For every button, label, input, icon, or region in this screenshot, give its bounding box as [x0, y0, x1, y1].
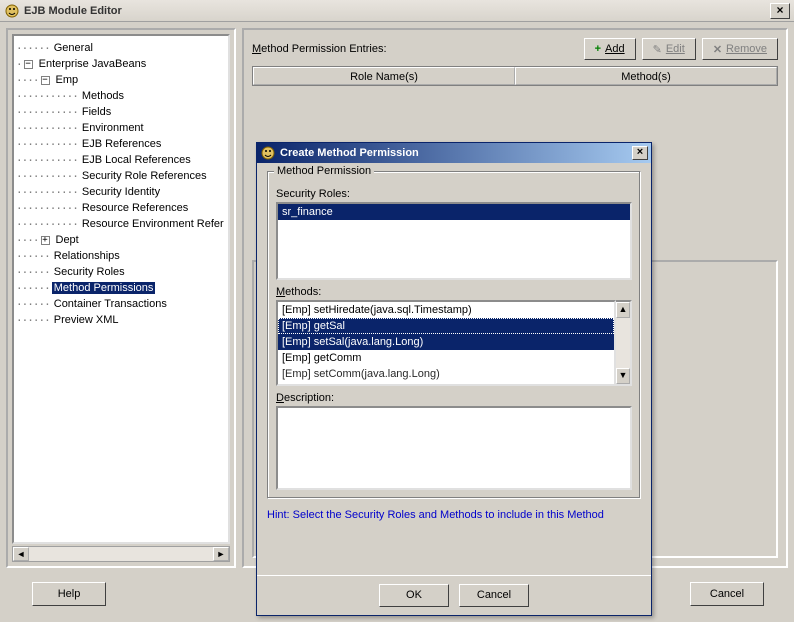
scroll-track[interactable] [29, 547, 213, 561]
entries-table-header: Role Name(s) Method(s) [252, 66, 778, 86]
list-item[interactable]: [Emp] setHiredate(java.sql.Timestamp) [278, 302, 614, 318]
scroll-left-icon[interactable]: ◄ [13, 547, 29, 561]
tree-node-emp-fields[interactable]: ···········Fields [16, 104, 226, 120]
dialog-button-bar: OK Cancel [257, 575, 651, 615]
tree-node-method-permissions[interactable]: ······Method Permissions [16, 280, 226, 296]
list-item[interactable]: [Emp] getComm [278, 350, 614, 366]
tree-node-emp-sec-identity[interactable]: ···········Security Identity [16, 184, 226, 200]
dialog-titlebar: Create Method Permission × [257, 143, 651, 163]
security-roles-list[interactable]: sr_finance [276, 202, 632, 280]
tree-view[interactable]: ······General ·−Enterprise JavaBeans ···… [12, 34, 230, 544]
edit-button[interactable]: ✎ Edit [642, 38, 696, 60]
security-roles-label: Security Roles: [276, 188, 632, 200]
add-button-label: Add [605, 43, 625, 55]
app-icon [4, 3, 20, 19]
tree-node-relationships[interactable]: ······Relationships [16, 248, 226, 264]
list-item[interactable]: sr_finance [278, 204, 630, 220]
tree-panel: ······General ·−Enterprise JavaBeans ···… [6, 28, 236, 568]
methods-label: Methods: [276, 286, 632, 298]
window-title: EJB Module Editor [24, 5, 770, 17]
window-close-button[interactable]: × [770, 3, 790, 19]
tree-node-emp-ejb-refs[interactable]: ···········EJB References [16, 136, 226, 152]
tree-node-general[interactable]: ······General [16, 40, 226, 56]
pencil-icon: ✎ [653, 43, 662, 56]
tree-node-security-roles[interactable]: ······Security Roles [16, 264, 226, 280]
col-role-names[interactable]: Role Name(s) [253, 67, 515, 85]
method-permission-group: Method Permission Security Roles: sr_fin… [267, 171, 641, 499]
list-item[interactable]: [Emp] setComm(java.lang.Long) [278, 366, 614, 382]
ok-button[interactable]: OK [379, 584, 449, 607]
list-item[interactable]: [Emp] setSal(java.lang.Long) [278, 334, 614, 350]
description-label: Description: [276, 392, 632, 404]
plus-icon: + [595, 43, 601, 55]
col-methods[interactable]: Method(s) [515, 67, 777, 85]
description-textarea[interactable] [276, 406, 632, 490]
remove-button[interactable]: ✕ Remove [702, 38, 778, 60]
tree-node-emp-res-refs[interactable]: ···········Resource References [16, 200, 226, 216]
x-icon: ✕ [713, 43, 722, 56]
hint-text: Hint: Select the Security Roles and Meth… [267, 509, 641, 521]
dialog-icon [260, 145, 276, 161]
tree-node-emp-res-env-refs[interactable]: ···········Resource Environment Refer [16, 216, 226, 232]
create-method-permission-dialog: Create Method Permission × Method Permis… [256, 142, 652, 616]
dialog-cancel-button[interactable]: Cancel [459, 584, 529, 607]
expand-icon[interactable]: + [41, 236, 50, 245]
add-button[interactable]: + Add [584, 38, 636, 60]
tree-node-container-tx[interactable]: ······Container Transactions [16, 296, 226, 312]
collapse-icon[interactable]: − [41, 76, 50, 85]
tree-node-ejb[interactable]: ·−Enterprise JavaBeans [16, 56, 226, 72]
group-legend: Method Permission [274, 165, 374, 177]
tree-node-emp-sec-role-refs[interactable]: ···········Security Role References [16, 168, 226, 184]
tree-node-emp-environment[interactable]: ···········Environment [16, 120, 226, 136]
help-button[interactable]: Help [32, 582, 106, 606]
titlebar: EJB Module Editor × [0, 0, 794, 22]
tree-node-dept[interactable]: ····+Dept [16, 232, 226, 248]
edit-button-label: Edit [666, 43, 685, 55]
tree-node-emp-ejb-local-refs[interactable]: ···········EJB Local References [16, 152, 226, 168]
tree-hscrollbar[interactable]: ◄ ► [12, 546, 230, 562]
scroll-right-icon[interactable]: ► [213, 547, 229, 561]
dialog-close-button[interactable]: × [632, 146, 648, 160]
tree-node-emp-methods[interactable]: ···········Methods [16, 88, 226, 104]
remove-button-label: Remove [726, 43, 767, 55]
collapse-icon[interactable]: − [24, 60, 33, 69]
dialog-body: Method Permission Security Roles: sr_fin… [257, 163, 651, 575]
list-item[interactable]: [Emp] getSal [278, 318, 614, 334]
scroll-track[interactable] [616, 318, 630, 368]
tree-node-preview-xml[interactable]: ······Preview XML [16, 312, 226, 328]
scroll-up-icon[interactable]: ▲ [616, 302, 630, 318]
methods-scrollbar[interactable]: ▲ ▼ [616, 300, 632, 386]
methods-list[interactable]: [Emp] setHiredate(java.sql.Timestamp) [E… [276, 300, 616, 386]
dialog-title: Create Method Permission [280, 147, 632, 159]
scroll-down-icon[interactable]: ▼ [616, 368, 630, 384]
cancel-button[interactable]: Cancel [690, 582, 764, 606]
entries-label: Method Permission Entries: [252, 43, 578, 55]
tree-node-emp[interactable]: ····−Emp [16, 72, 226, 88]
